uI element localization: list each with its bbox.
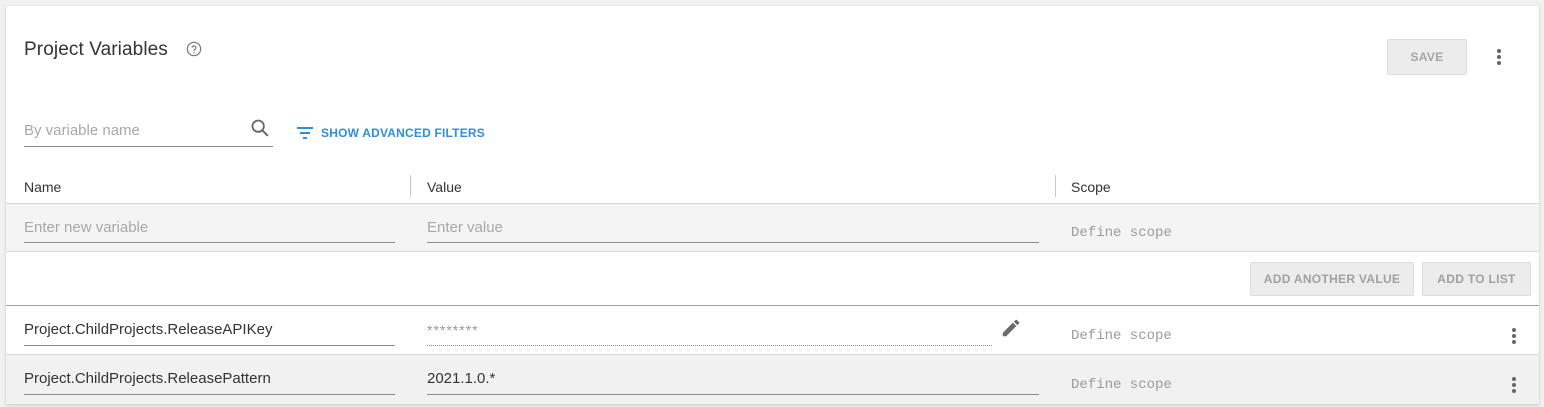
variable-name-field[interactable]: Project.ChildProjects.ReleaseAPIKey [24,316,395,346]
save-button[interactable]: SAVE [1387,39,1467,75]
variable-value-field[interactable]: 2021.1.0.* [427,365,1039,395]
define-scope-link[interactable]: Define scope [1071,377,1172,393]
page-title: Project Variables [24,39,168,60]
variable-name: Project.ChildProjects.ReleaseAPIKey [24,321,273,338]
variable-value: 2021.1.0.* [427,370,496,387]
more-vertical-icon[interactable] [1505,374,1523,396]
table-row: Project.ChildProjects.ReleasePattern 202… [6,354,1539,404]
more-vertical-icon[interactable] [1490,46,1508,68]
new-variable-value-field [427,213,1039,243]
more-vertical-icon[interactable] [1505,325,1523,347]
search-field [24,112,273,147]
variable-name: Project.ChildProjects.ReleasePattern [24,370,271,387]
new-variable-name-input[interactable] [24,213,395,241]
column-header-value: Value [427,179,462,195]
project-variables-card: Project Variables SAVE SHOW AD [6,6,1539,404]
search-icon[interactable] [249,117,271,139]
new-variable-name-field [24,213,395,243]
search-input[interactable] [24,118,244,142]
define-scope-link[interactable]: Define scope [1071,225,1172,241]
help-icon[interactable] [186,41,202,57]
pencil-icon[interactable] [1000,317,1022,339]
variable-value-field[interactable]: ******** [427,316,992,346]
new-variable-value-input[interactable] [427,213,1039,241]
filter-list-icon [297,127,313,139]
add-actions-row: ADD ANOTHER VALUE ADD TO LIST [6,251,1539,305]
column-divider[interactable] [1055,175,1056,197]
define-scope-link[interactable]: Define scope [1071,328,1172,344]
variable-name-field[interactable]: Project.ChildProjects.ReleasePattern [24,365,395,395]
column-divider[interactable] [410,175,411,197]
table-row: Project.ChildProjects.ReleaseAPIKey ****… [6,305,1539,354]
advanced-filters-label: SHOW ADVANCED FILTERS [321,126,485,140]
show-advanced-filters-button[interactable]: SHOW ADVANCED FILTERS [295,123,485,143]
column-header-name: Name [24,179,62,195]
add-another-value-button[interactable]: ADD ANOTHER VALUE [1250,262,1414,296]
new-variable-row: Define scope [6,204,1539,251]
add-to-list-button[interactable]: ADD TO LIST [1422,262,1531,296]
column-header-scope: Scope [1071,179,1111,195]
variable-value-masked: ******** [427,322,479,338]
